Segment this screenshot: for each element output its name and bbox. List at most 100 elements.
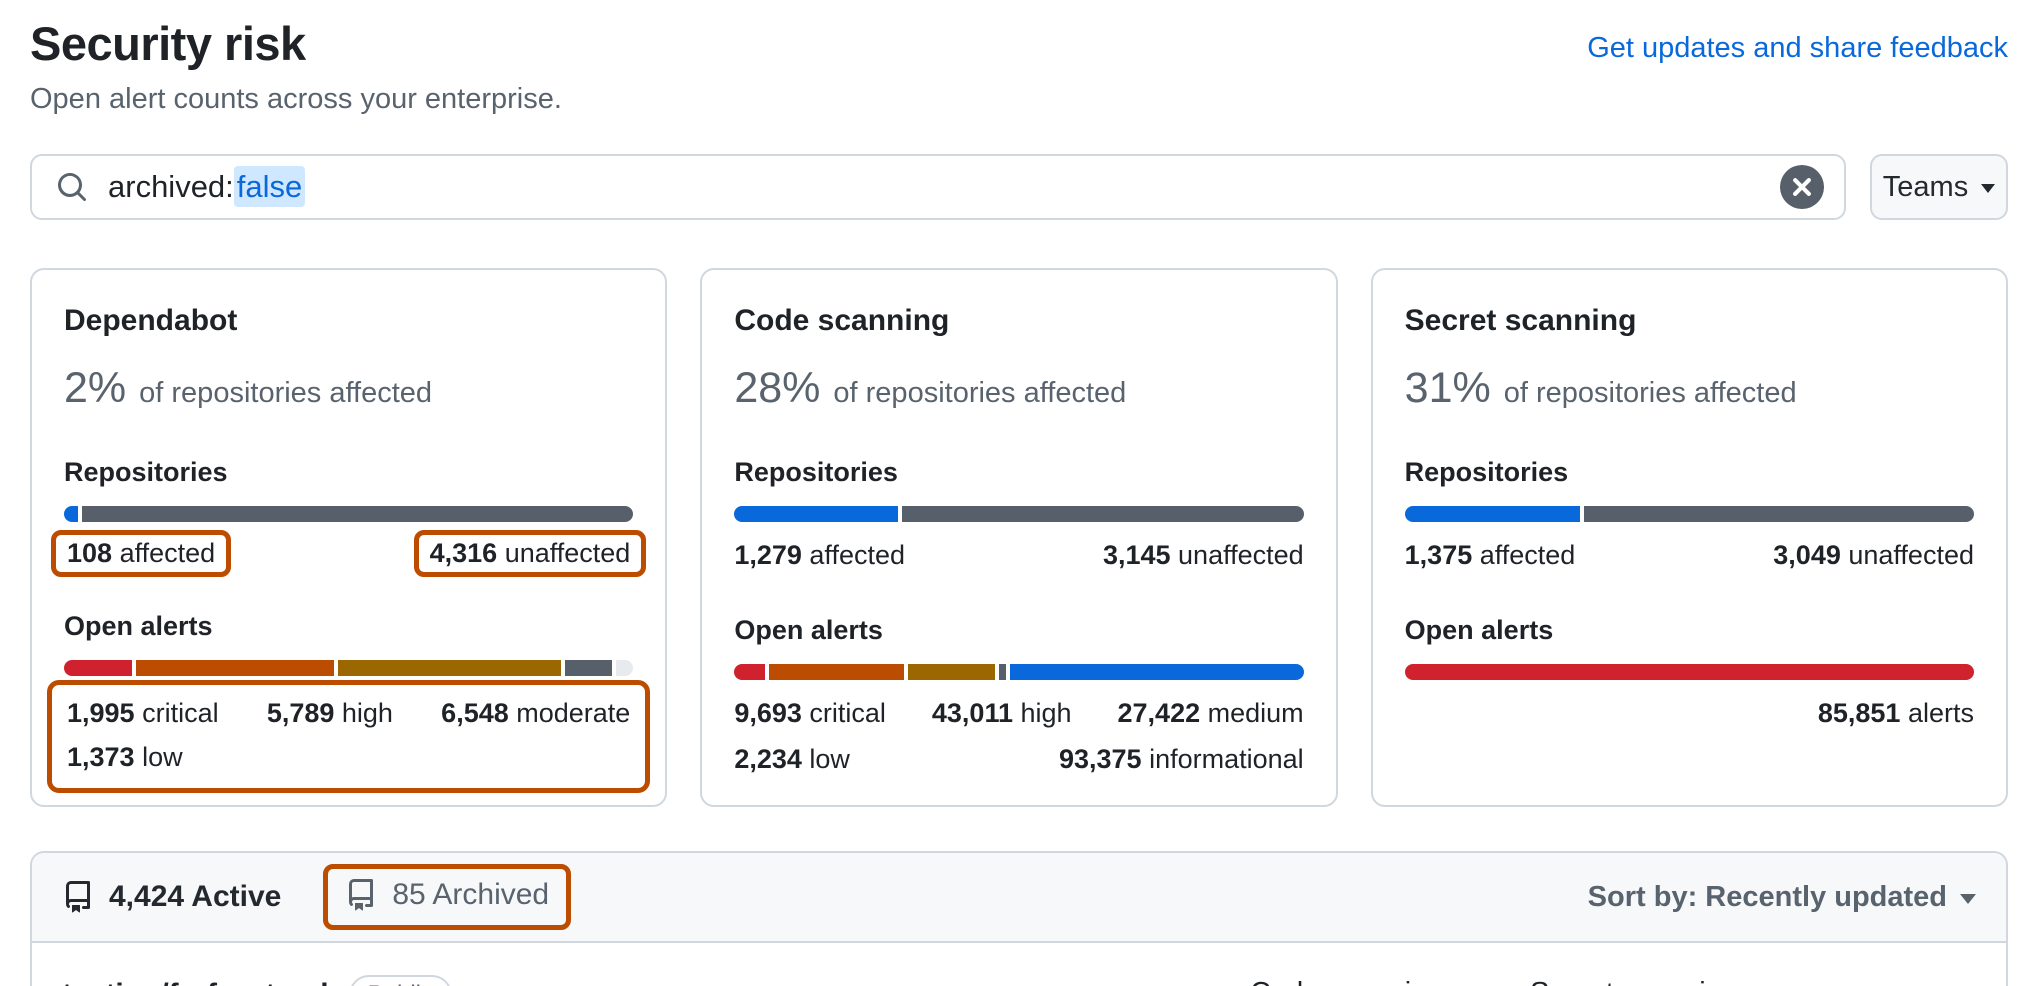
repo-name-link[interactable]: testing/fp-frontend: [62, 978, 329, 986]
percent-suffix: of repositories affected: [1504, 377, 1797, 410]
bar-segment-unaffected: [1584, 506, 1974, 522]
bar-segment-high: [769, 664, 904, 680]
bar-segment-low: [999, 664, 1006, 680]
percent-value: 28%: [734, 364, 820, 413]
search-icon: [56, 171, 88, 203]
section-label: Open alerts: [64, 611, 633, 642]
section-label: Repositories: [64, 457, 633, 488]
bar-segment-affected: [734, 506, 897, 522]
legend-item: 85,851 alerts: [1818, 698, 1974, 729]
progress-bar: [734, 664, 1303, 680]
page-header-text: Security risk Open alert counts across y…: [30, 16, 562, 116]
legend-item: 3,049 unaffected: [1773, 540, 1974, 571]
legend-row: 1,279 affected 3,145 unaffected: [734, 540, 1303, 571]
legend-row: 9,693 critical43,011 high27,422 medium: [734, 698, 1303, 729]
legend-row: 85,851 alerts: [1405, 698, 1974, 729]
bar-segment-high: [136, 660, 333, 676]
visibility-badge: Public: [349, 975, 452, 986]
bar-segment-critical: [734, 664, 765, 680]
progress-bar: [734, 506, 1303, 522]
search-query: archived:false: [108, 169, 305, 205]
legend-row: 1,373 low: [67, 742, 630, 773]
bar-remainder: [616, 660, 634, 676]
section-label: Open alerts: [734, 615, 1303, 646]
column-label: Secret scanning: [1530, 977, 1976, 986]
page-title: Security risk: [30, 16, 562, 71]
repo-row-main: testing/fp-frontendPublicUpdated 8 minut…: [62, 975, 1250, 986]
legend-item: 5,789 high: [267, 698, 393, 729]
security-card-secret-scanning: Secret scanning31%of repositories affect…: [1371, 268, 2008, 807]
alerts-callout-box: 1,995 critical5,789 high6,548 moderate1,…: [47, 680, 650, 793]
repository-rows: testing/fp-frontendPublicUpdated 8 minut…: [32, 943, 2006, 986]
bar-segment-low: [565, 660, 612, 676]
column-label: Code scanning: [1250, 977, 1530, 986]
search-input[interactable]: archived:false: [30, 154, 1846, 220]
legend-value: 1,373: [67, 742, 135, 772]
section-label: Repositories: [1405, 457, 1974, 488]
legend-value: 1,995: [67, 698, 135, 728]
legend-value: 3,049: [1773, 540, 1841, 570]
page-header: Security risk Open alert counts across y…: [30, 0, 2008, 116]
legend-row: 1,375 affected 3,049 unaffected: [1405, 540, 1974, 571]
bar-segment-medium: [338, 660, 561, 676]
legend-item: 108 affected: [51, 530, 231, 577]
bar-segment-critical: [64, 660, 132, 676]
legend-item: 93,375 informational: [1059, 744, 1304, 775]
percent-suffix: of repositories affected: [833, 377, 1126, 410]
repo-column-code-scanning: Code scanning17: [1250, 977, 1530, 986]
percent-value: 2%: [64, 364, 126, 413]
bar-segment-unaffected: [902, 506, 1304, 522]
bar-segment-affected: [1405, 506, 1581, 522]
progress-bar: [64, 506, 633, 522]
bar-segment-unaffected: [82, 506, 634, 522]
percent-value: 31%: [1405, 364, 1491, 413]
legend-value: 4,316: [430, 538, 498, 568]
teams-dropdown-label: Teams: [1883, 171, 1968, 204]
percent-row: 2%of repositories affected: [64, 364, 633, 413]
percent-row: 28% of repositories affected: [734, 364, 1303, 413]
legend-item: 1,375 affected: [1405, 540, 1576, 571]
legend-value: 27,422: [1118, 698, 1201, 728]
search-query-qualifier: archived:: [108, 169, 234, 204]
page-subtitle: Open alert counts across your enterprise…: [30, 83, 562, 116]
filter-archived-repos[interactable]: 85 Archived: [345, 878, 549, 912]
clear-search-button[interactable]: [1780, 165, 1824, 209]
active-count-label: 4,424 Active: [109, 880, 281, 914]
legend-value: 1,279: [734, 540, 802, 570]
filter-active-repos[interactable]: 4,424 Active: [62, 880, 281, 914]
legend-item: 1,279 affected: [734, 540, 905, 571]
legend-row: 108 affected4,316 unaffected: [64, 540, 633, 567]
legend-value: 1,375: [1405, 540, 1473, 570]
legend-value: 2,234: [734, 744, 802, 774]
archived-callout-box: 85 Archived: [323, 864, 571, 930]
search-row: archived:false Teams: [30, 154, 2008, 220]
legend-item: 6,548 moderate: [441, 698, 630, 729]
card-title: Code scanning: [734, 304, 1303, 338]
legend-item: 43,011 high: [932, 698, 1072, 729]
legend-value: 93,375: [1059, 744, 1142, 774]
sort-dropdown-button[interactable]: Sort by: Recently updated: [1588, 881, 1976, 914]
section-label: Repositories: [734, 457, 1303, 488]
bar-segment-informational: [1010, 664, 1304, 680]
legend-row: 1,995 critical5,789 high6,548 moderate: [67, 698, 630, 729]
legend-value: 108: [67, 538, 112, 568]
security-cards: Dependabot2%of repositories affectedRepo…: [30, 268, 2008, 807]
sort-label: Sort by: Recently updated: [1588, 881, 1947, 914]
caret-down-icon: [1960, 894, 1976, 912]
repository-row: testing/fp-frontendPublicUpdated 8 minut…: [32, 943, 2006, 986]
x-circle-icon: [1780, 165, 1824, 209]
legend-value: 9,693: [734, 698, 802, 728]
legend-item: 3,145 unaffected: [1103, 540, 1304, 571]
legend-value: 6,548: [441, 698, 509, 728]
caret-down-icon: [1981, 184, 1995, 200]
percent-row: 31% of repositories affected: [1405, 364, 1974, 413]
legend-item: 9,693 critical: [734, 698, 886, 729]
progress-bar: [1405, 506, 1974, 522]
legend-item: 4,316 unaffected: [414, 530, 647, 577]
progress-bar: [1405, 664, 1974, 680]
bar-segment-critical: [1405, 664, 1974, 680]
teams-dropdown-button[interactable]: Teams: [1870, 154, 2008, 220]
legend-value: 5,789: [267, 698, 335, 728]
legend-row: 2,234 low93,375 informational: [734, 744, 1303, 775]
feedback-link[interactable]: Get updates and share feedback: [1587, 32, 2008, 65]
